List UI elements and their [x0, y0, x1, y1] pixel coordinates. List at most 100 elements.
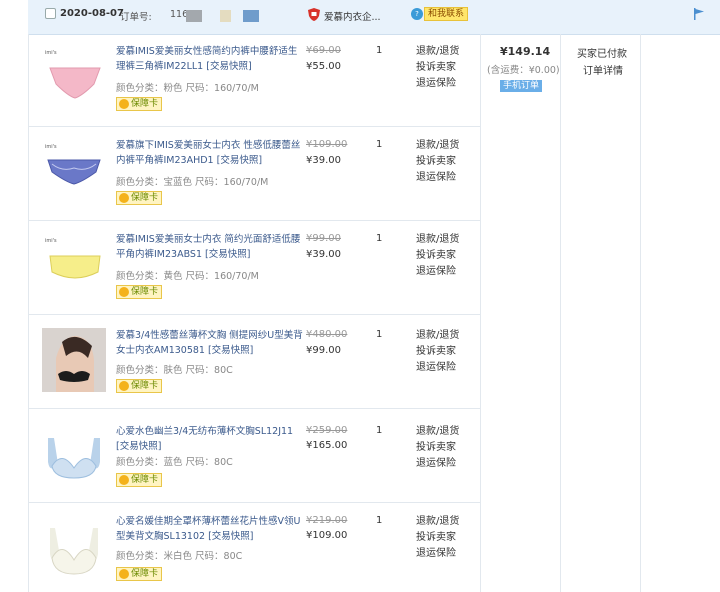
- original-price: ¥480.00: [306, 329, 348, 340]
- guarantee-icon: [119, 569, 129, 579]
- product-thumbnail[interactable]: [42, 424, 106, 488]
- svg-text:imi's: imi's: [45, 144, 57, 150]
- item-actions: 退款/退货 投诉卖家 退运保险: [416, 328, 459, 376]
- guarantee-icon: [119, 99, 129, 109]
- product-title-link[interactable]: 心爱水色幽兰3/4无纺布薄杯文胸SL12J11 [交易快照]: [116, 424, 306, 454]
- refund-return-link[interactable]: 退款/退货: [416, 138, 459, 154]
- guarantee-label: 保障卡: [131, 475, 159, 485]
- original-price: ¥219.00: [306, 515, 348, 526]
- complain-seller-link[interactable]: 投诉卖家: [416, 344, 459, 360]
- guarantee-badge[interactable]: 保障卡: [116, 473, 163, 487]
- product-thumbnail[interactable]: imi's: [42, 232, 106, 296]
- complain-seller-link[interactable]: 投诉卖家: [416, 154, 459, 170]
- guarantee-icon: [119, 381, 129, 391]
- order-detail-link[interactable]: 订单详情: [583, 62, 623, 77]
- order-header: 2020-08-07 订单号: 116 爱慕内衣企... ? 和我联系: [28, 0, 720, 35]
- grid-line: [28, 126, 480, 127]
- guarantee-icon: [119, 287, 129, 297]
- product-thumbnail[interactable]: [42, 518, 106, 582]
- order-total: ¥149.14: [500, 45, 551, 58]
- order-number-label: 订单号:: [120, 12, 152, 23]
- guarantee-label: 保障卡: [131, 381, 159, 391]
- order-date: 2020-08-07: [60, 8, 124, 19]
- return-insurance-link[interactable]: 退运保险: [416, 360, 459, 376]
- original-price: ¥99.00: [306, 233, 341, 244]
- grid-line: [640, 34, 641, 592]
- product-attributes: 颜色分类：蓝色 尺码：80C: [116, 457, 233, 468]
- flag-icon[interactable]: [693, 8, 705, 20]
- complain-seller-link[interactable]: 投诉卖家: [416, 248, 459, 264]
- grid-line: [28, 408, 480, 409]
- item-actions: 退款/退货 投诉卖家 退运保险: [416, 232, 459, 280]
- order-status: 买家已付款: [577, 49, 627, 60]
- product-title-link[interactable]: 爱慕IMIS爱美丽女士内衣 简约光面舒适低腰平角内裤IM23ABS1 [交易快照…: [116, 232, 306, 262]
- svg-text:imi's: imi's: [45, 238, 57, 244]
- redacted-block: [243, 10, 259, 22]
- select-order-checkbox[interactable]: [45, 8, 56, 19]
- guarantee-icon: [119, 193, 129, 203]
- guarantee-label: 保障卡: [131, 287, 159, 297]
- return-insurance-link[interactable]: 退运保险: [416, 264, 459, 280]
- return-insurance-link[interactable]: 退运保险: [416, 546, 459, 562]
- guarantee-badge[interactable]: 保障卡: [116, 285, 163, 299]
- refund-return-link[interactable]: 退款/退货: [416, 44, 459, 60]
- guarantee-label: 保障卡: [131, 569, 159, 579]
- contact-seller-button[interactable]: 和我联系: [424, 7, 469, 21]
- product-attributes: 颜色分类：粉色 尺码：160/70/M: [116, 83, 259, 94]
- return-insurance-link[interactable]: 退运保险: [416, 170, 459, 186]
- product-attributes: 颜色分类：肤色 尺码：80C: [116, 365, 233, 376]
- guarantee-badge[interactable]: 保障卡: [116, 567, 163, 581]
- quantity: 1: [376, 329, 383, 340]
- product-thumbnail[interactable]: imi's: [42, 44, 106, 108]
- grid-line: [28, 314, 480, 315]
- product-attributes: 颜色分类：黄色 尺码：160/70/M: [116, 271, 259, 282]
- original-price: ¥109.00: [306, 139, 348, 150]
- grid-line: [28, 34, 29, 592]
- guarantee-label: 保障卡: [131, 193, 159, 203]
- complain-seller-link[interactable]: 投诉卖家: [416, 60, 459, 76]
- product-thumbnail[interactable]: imi's: [42, 138, 106, 202]
- guarantee-icon: [119, 475, 129, 485]
- product-title-link[interactable]: 心爱名媛佳期全罩杯薄杯蕾丝花片性感V领U型美背文胸SL13102 [交易快照]: [116, 514, 306, 544]
- quantity: 1: [376, 515, 383, 526]
- mobile-order-tag: 手机订单: [500, 80, 543, 92]
- guarantee-badge[interactable]: 保障卡: [116, 191, 163, 205]
- unit-price: ¥109.00: [306, 530, 348, 541]
- quantity: 1: [376, 139, 383, 150]
- original-price: ¥69.00: [306, 45, 341, 56]
- quantity: 1: [376, 45, 383, 56]
- complain-seller-link[interactable]: 投诉卖家: [416, 440, 459, 456]
- redacted-block: [186, 10, 202, 22]
- return-insurance-link[interactable]: 退运保险: [416, 456, 459, 472]
- guarantee-badge[interactable]: 保障卡: [116, 97, 163, 111]
- chat-icon: ?: [411, 8, 423, 20]
- item-actions: 退款/退货 投诉卖家 退运保险: [416, 138, 459, 186]
- product-attributes: 颜色分类：米白色 尺码：80C: [116, 551, 243, 562]
- product-title-link[interactable]: 爱慕3/4性感蕾丝薄杯文胸 侧提网纱U型美背女士内衣AM130581 [交易快照…: [116, 328, 306, 358]
- product-thumbnail[interactable]: [42, 328, 106, 392]
- original-price: ¥259.00: [306, 425, 348, 436]
- unit-price: ¥39.00: [306, 155, 341, 166]
- guarantee-badge[interactable]: 保障卡: [116, 379, 163, 393]
- product-title-link[interactable]: 爱慕IMIS爱美丽女性感简约内裤中腰舒适生理裤三角裤IM22LL1 [交易快照]: [116, 44, 306, 74]
- refund-return-link[interactable]: 退款/退货: [416, 232, 459, 248]
- grid-line: [480, 34, 481, 592]
- guarantee-label: 保障卡: [131, 99, 159, 109]
- shop-shield-icon: [308, 8, 320, 21]
- unit-price: ¥165.00: [306, 440, 348, 451]
- product-title-link[interactable]: 爱慕旗下IMIS爱美丽女士内衣 性感低腰蕾丝内裤平角裤IM23AHD1 [交易快…: [116, 138, 306, 168]
- svg-text:imi's: imi's: [45, 50, 57, 56]
- refund-return-link[interactable]: 退款/退货: [416, 514, 459, 530]
- item-actions: 退款/退货 投诉卖家 退运保险: [416, 424, 459, 472]
- complain-seller-link[interactable]: 投诉卖家: [416, 530, 459, 546]
- shop-name-link[interactable]: 爱慕内衣企...: [324, 9, 381, 23]
- product-attributes: 颜色分类：宝蓝色 尺码：160/70/M: [116, 177, 269, 188]
- return-insurance-link[interactable]: 退运保险: [416, 76, 459, 92]
- item-actions: 退款/退货 投诉卖家 退运保险: [416, 44, 459, 92]
- unit-price: ¥99.00: [306, 345, 341, 356]
- unit-price: ¥39.00: [306, 249, 341, 260]
- refund-return-link[interactable]: 退款/退货: [416, 424, 459, 440]
- grid-line: [28, 220, 480, 221]
- redacted-block: [220, 10, 231, 22]
- refund-return-link[interactable]: 退款/退货: [416, 328, 459, 344]
